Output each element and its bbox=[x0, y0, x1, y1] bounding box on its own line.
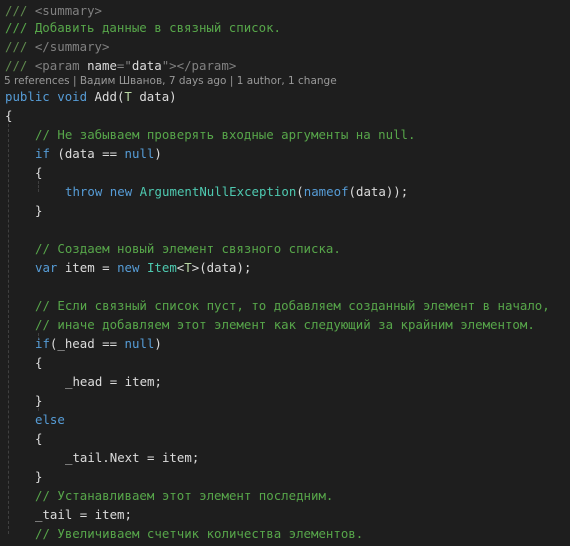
comment-null-check: // Не забываем проверять входные аргумен… bbox=[35, 127, 416, 142]
var-item-declaration: var item = new Item<T>(data); bbox=[35, 260, 252, 275]
code-editor[interactable]: /// <summary> /// Добавить данные в связ… bbox=[0, 0, 570, 546]
tail-assignment: _tail = item; bbox=[35, 507, 132, 522]
brace-close: } bbox=[35, 393, 43, 408]
comment-create-item: // Создаем новый элемент связного списка… bbox=[35, 241, 341, 256]
comment-else-append: // иначе добавляем этот элемент как след… bbox=[35, 317, 535, 332]
indent-guide bbox=[8, 124, 9, 534]
head-assignment: _head = item; bbox=[65, 374, 162, 389]
brace-open: { bbox=[35, 165, 43, 180]
comment-increment-count: // Увеличиваем счетчик количества элемен… bbox=[35, 526, 364, 541]
comment-if-empty: // Если связный список пуст, то добавляе… bbox=[35, 298, 550, 313]
brace-close: } bbox=[35, 469, 43, 484]
throw-statement: throw new ArgumentNullException(nameof(d… bbox=[65, 184, 409, 199]
if-head-null: if(_head == null) bbox=[35, 336, 162, 351]
tail-next-assignment: _tail.Next = item; bbox=[65, 450, 200, 465]
indent-guide bbox=[38, 181, 39, 192]
doc-comment-summary-text: /// Добавить данные в связный список. bbox=[5, 20, 282, 35]
else-keyword: else bbox=[35, 412, 65, 427]
doc-comment-param: /// <param name="data"></param> bbox=[5, 58, 237, 73]
brace-open: { bbox=[35, 355, 43, 370]
brace-open: { bbox=[5, 108, 13, 123]
method-signature: public void Add(T data) bbox=[5, 89, 177, 104]
brace-open: { bbox=[35, 431, 43, 446]
if-data-null: if (data == null) bbox=[35, 146, 162, 161]
brace-close: } bbox=[35, 203, 43, 218]
doc-comment-summary-close: /// </summary> bbox=[5, 39, 110, 54]
comment-set-last: // Устанавливаем этот элемент последним. bbox=[35, 488, 334, 503]
